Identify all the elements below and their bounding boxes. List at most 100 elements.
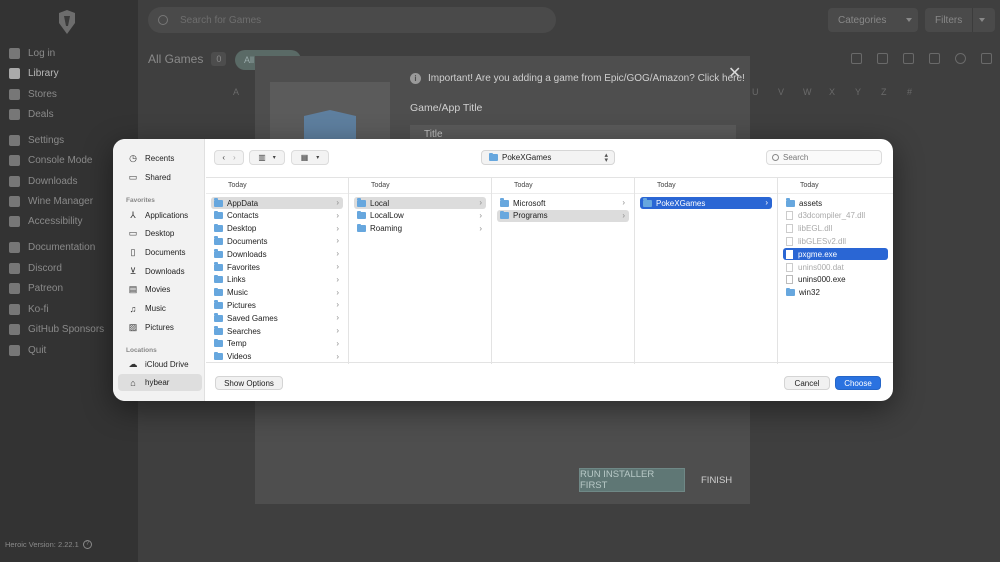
back-forward-buttons[interactable]: ‹ › [214,150,244,165]
picker-sidebar: ◷ Recents ▭ Shared Favorites ⅄ Applications ▭… [113,139,205,401]
browser-column[interactable]: Today assets d3dcompiler_47.dll libEGL.dll l… [778,178,893,364]
nav-item-log-in[interactable]: Log in [9,45,55,61]
letter-filter[interactable]: V [778,87,784,97]
folder-row[interactable]: Desktop › [211,223,343,235]
finish-button[interactable]: FINISH [701,468,732,492]
row-label: PokeXGames [656,198,706,208]
folder-row[interactable]: assets [783,197,888,209]
browser-column[interactable]: Today PokeXGames › [635,178,778,364]
chevron-right-icon: › [336,287,339,297]
folder-row[interactable]: win32 [783,287,888,299]
run-installer-button[interactable]: RUN INSTALLER FIRST [579,468,685,492]
letter-filter[interactable]: A [233,87,239,97]
row-label: Contacts [227,211,259,221]
file-row[interactable]: unins000.dat [783,261,888,273]
nav-item-ko-fi[interactable]: Ko-fi [9,301,49,317]
nav-item-console-mode[interactable]: Console Mode [9,152,92,168]
letter-filter[interactable]: U [752,87,759,97]
nav-item-deals[interactable]: Deals [9,106,54,122]
location-popup[interactable]: PokeXGames ▴ ▾ [481,150,615,165]
show-options-button[interactable]: Show Options [215,376,283,390]
folder-row[interactable]: Programs › [497,209,629,222]
sort-icon[interactable] [877,53,888,64]
folder-row[interactable]: Videos › [211,351,343,363]
group-button[interactable]: ▦ ▾ [291,150,329,165]
nav-item-patreon[interactable]: Patreon [9,280,63,296]
sidebar-item-music[interactable]: ♫ Music [118,300,202,317]
cancel-button[interactable]: Cancel [784,376,830,390]
folder-row[interactable]: PokeXGames › [640,197,772,209]
refresh-icon[interactable] [955,53,966,64]
file-row[interactable]: libGLESv2.dll [783,235,888,247]
nav-item-discord[interactable]: Discord [9,260,62,276]
add-game-icon[interactable] [981,53,992,64]
folder-row[interactable]: AppData › [211,197,343,209]
row-label: assets [799,198,823,208]
nav-item-wine-manager[interactable]: Wine Manager [9,193,93,209]
browser-column[interactable]: Today Microsoft › Programs › [492,178,635,364]
folder-row[interactable]: Links › [211,274,343,286]
chevron-left-icon[interactable]: ‹ [222,153,225,162]
nav-item-documentation[interactable]: Documentation [9,239,95,255]
folder-row[interactable]: Local › [354,197,486,209]
list-view-icon[interactable] [851,53,862,64]
file-row[interactable]: pxgme.exe [783,248,888,261]
letter-filter[interactable]: # [907,87,912,97]
folder-row[interactable]: Searches › [211,325,343,337]
folder-row[interactable]: Saved Games › [211,312,343,324]
file-row[interactable]: libEGL.dll [783,223,888,235]
folder-row[interactable]: Music › [211,287,343,299]
filters-dropdown[interactable]: Filters [925,8,995,32]
file-row[interactable]: d3dcompiler_47.dll [783,210,888,222]
folder-row[interactable]: Favorites › [211,261,343,273]
sidebar-item-hybear[interactable]: ⌂ hybear [118,374,202,391]
nav-item-settings[interactable]: Settings [9,132,64,148]
favorites-header: Favorites [126,197,155,204]
folder-row[interactable]: Pictures › [211,299,343,311]
file-row[interactable]: unins000.exe [783,274,888,286]
nav-item-stores[interactable]: Stores [9,86,57,102]
grid-view-icon[interactable] [903,53,914,64]
nav-item-label: Stores [28,88,57,100]
nav-item-library[interactable]: Library [9,65,59,81]
nav-item-downloads[interactable]: Downloads [9,173,77,189]
sidebar-item-movies[interactable]: ▤ Movies [118,281,202,298]
row-label: libGLESv2.dll [798,236,847,246]
folder-row[interactable]: Roaming › [354,223,486,235]
browser-column[interactable]: Today AppData › Contacts › Desktop › Documents ›… [206,178,349,364]
sidebar-item-icloud-drive[interactable]: ☁ iCloud Drive [118,356,202,373]
letter-filter[interactable]: W [803,87,812,97]
choose-button[interactable]: Choose [835,376,881,390]
letter-filter[interactable]: Z [881,87,887,97]
folder-row[interactable]: Downloads › [211,248,343,260]
epic-gog-notice[interactable]: i Important! Are you adding a game from … [410,73,745,84]
letter-filter[interactable]: Y [855,87,861,97]
sidebar-item-shared[interactable]: ▭ Shared [118,169,202,186]
chevron-right-icon[interactable]: › [233,153,236,162]
nav-item-github-sponsors[interactable]: GitHub Sponsors [9,321,104,337]
folder-row[interactable]: Documents › [211,235,343,247]
folder-row[interactable]: LocalLow › [354,210,486,222]
folder-row[interactable]: Microsoft › [497,197,629,209]
letter-filter[interactable]: X [829,87,835,97]
title-field-label: Game/App Title [410,102,483,114]
browser-column[interactable]: Today Local › LocalLow › Roaming › [349,178,492,364]
folder-row[interactable]: Contacts › [211,210,343,222]
game-search-input[interactable]: Search for Games [148,7,556,33]
hidden-games-icon[interactable] [929,53,940,64]
nav-item-accessibility[interactable]: Accessibility [9,213,82,229]
row-label: Programs [513,211,548,221]
categories-dropdown[interactable]: Categories [828,8,918,32]
sidebar-item-applications[interactable]: ⅄ Applications [118,207,202,224]
sidebar-item-downloads[interactable]: ⊻ Downloads [118,263,202,280]
sidebar-item-documents[interactable]: ▯ Documents [118,244,202,261]
picker-search-input[interactable]: Search [766,150,882,165]
sidebar-item-desktop[interactable]: ▭ Desktop [118,225,202,242]
folder-icon [214,300,223,309]
help-icon[interactable]: ? [82,540,92,549]
sidebar-item-recents[interactable]: ◷ Recents [118,150,202,167]
view-mode-button[interactable]: ▥ ▾ [249,150,285,165]
nav-item-quit[interactable]: Quit [9,342,46,358]
folder-row[interactable]: Temp › [211,338,343,350]
sidebar-item-pictures[interactable]: ▨ Pictures [118,319,202,336]
